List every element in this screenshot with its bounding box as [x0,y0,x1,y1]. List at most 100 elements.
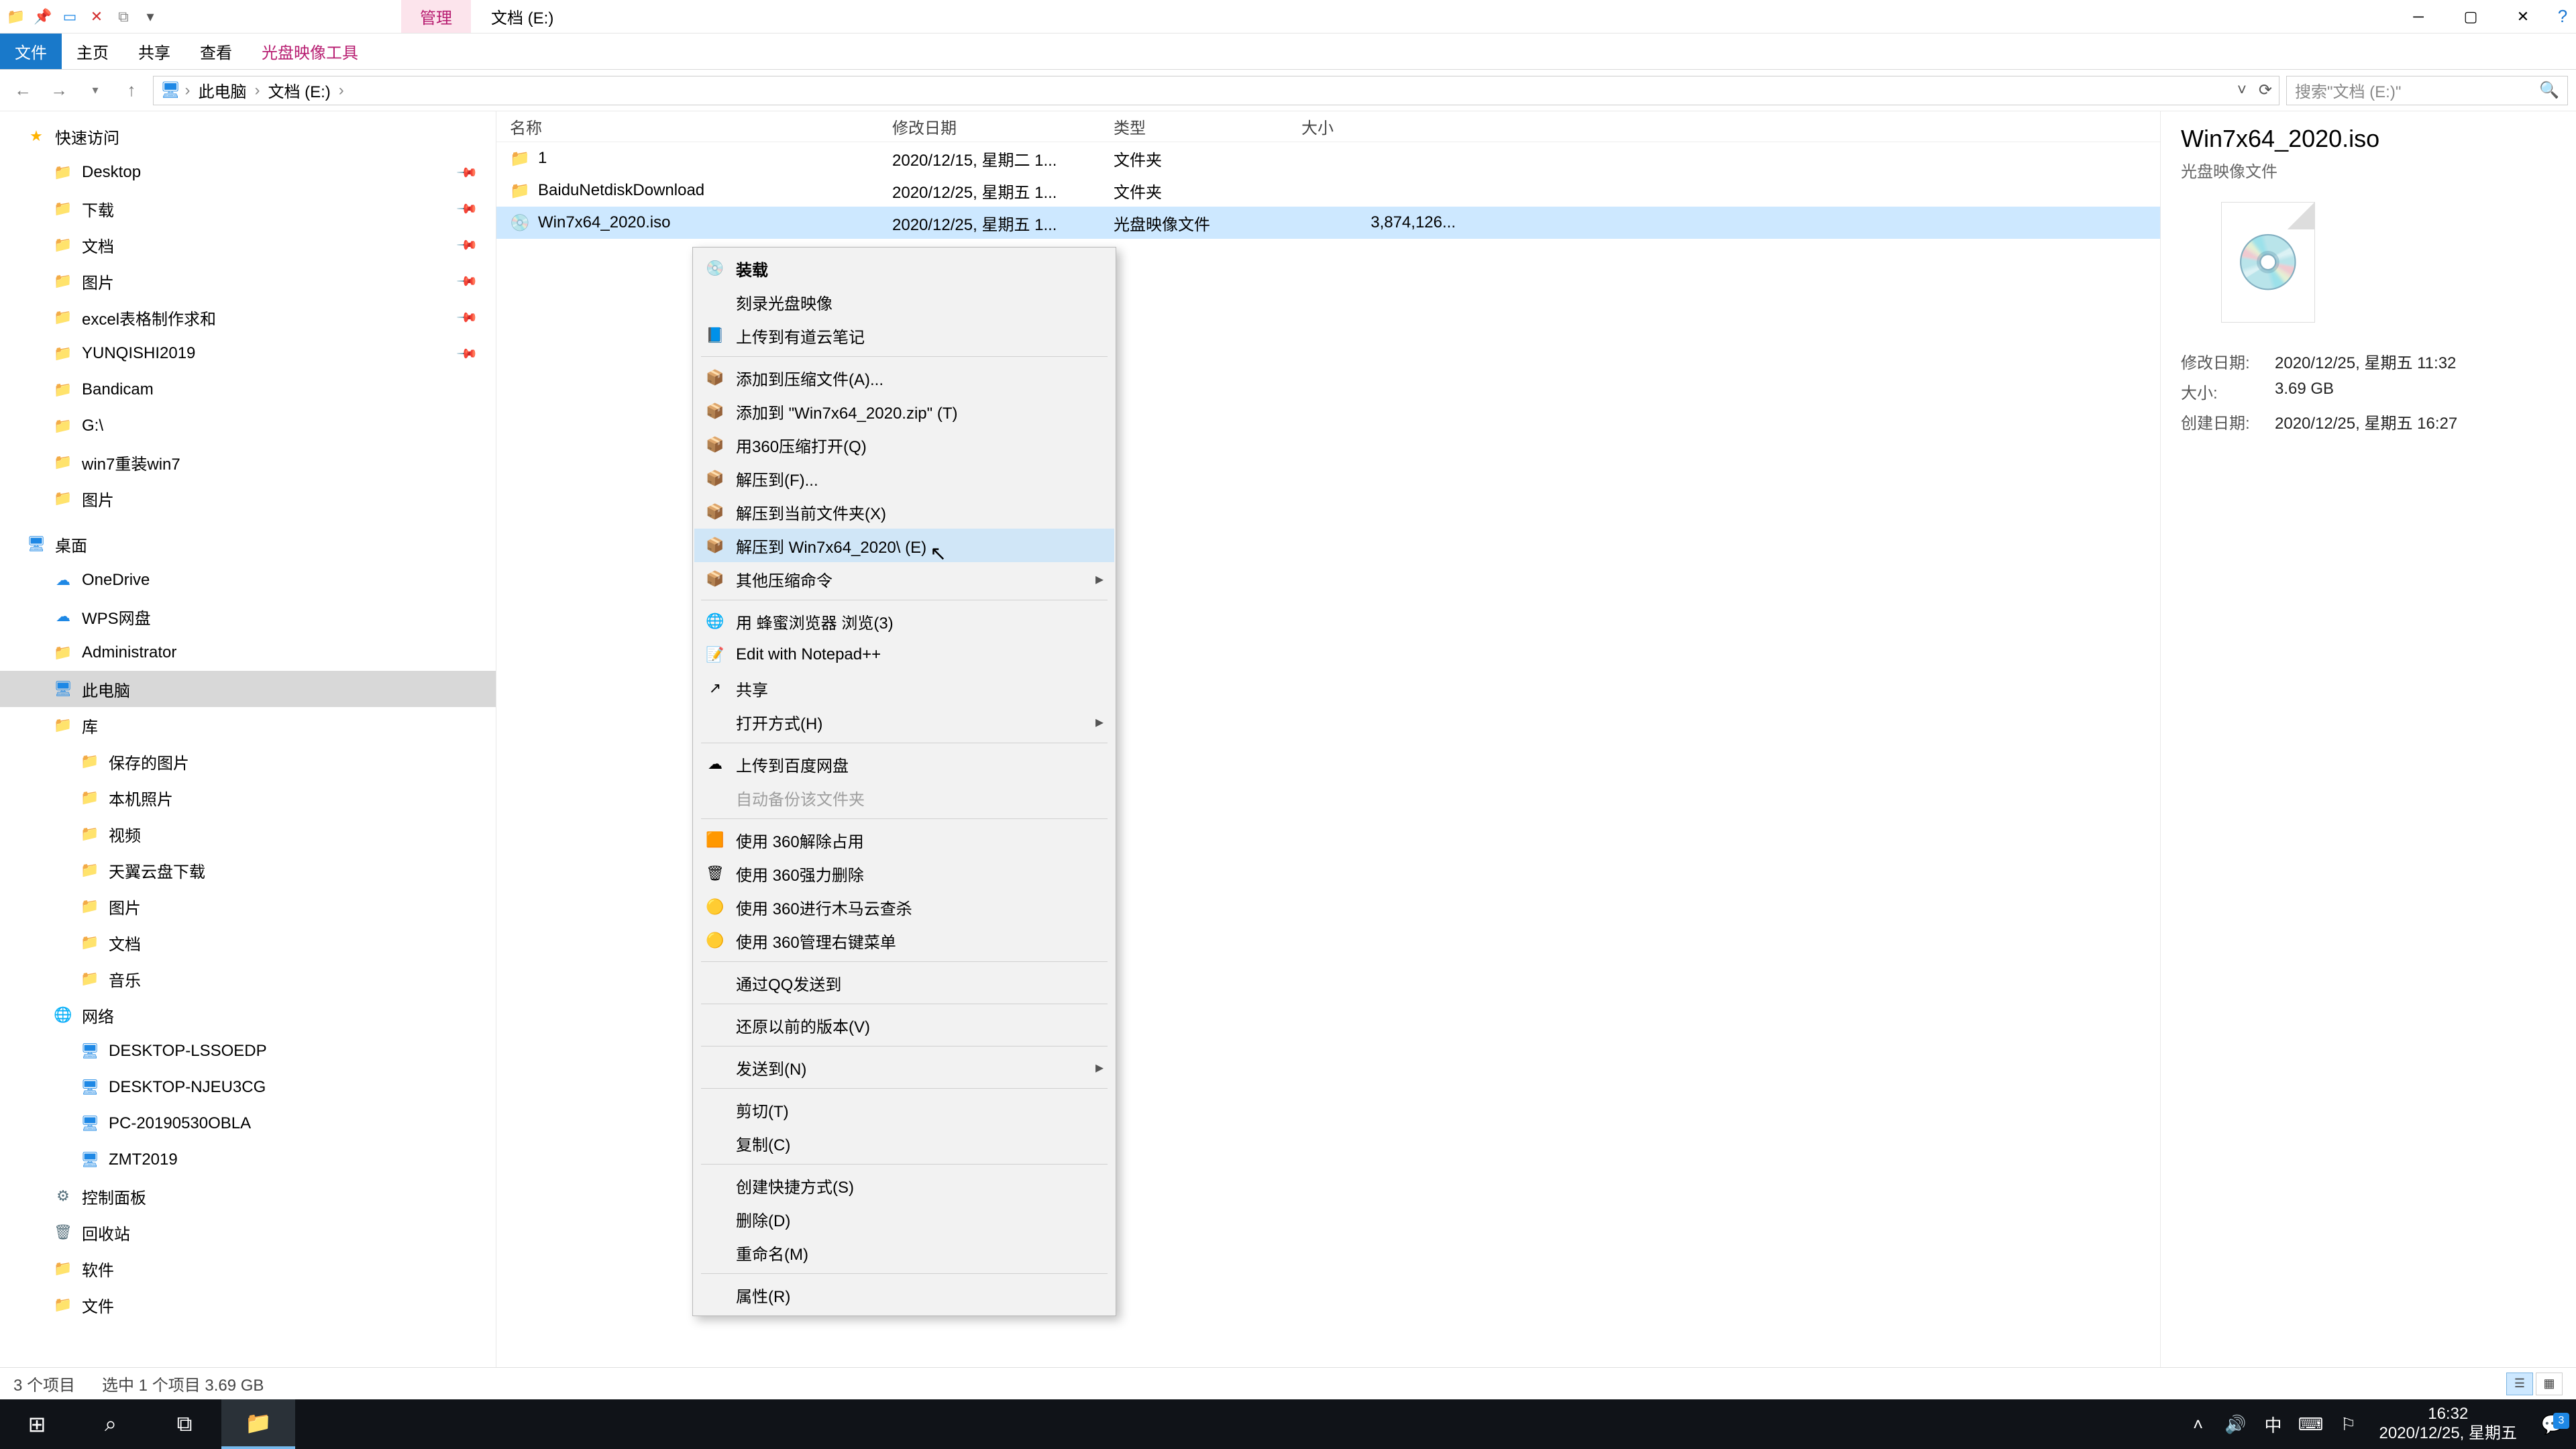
qat-delete-icon[interactable]: ✕ [86,6,107,28]
tree-item[interactable]: 🖥DESKTOP-NJEU3CG [0,1069,496,1106]
context-menu-item[interactable]: 📝Edit with Notepad++ [694,638,1114,672]
context-menu-item[interactable]: 💿装载 [694,252,1114,285]
ribbon-tab-file[interactable]: 文件 [0,34,62,69]
ribbon-tab-share[interactable]: 共享 [123,34,185,69]
context-menu-item[interactable]: 🌐用 蜂蜜浏览器 浏览(3) [694,604,1114,638]
tree-item[interactable]: 📁本机照片 [0,780,496,816]
tree-item[interactable]: 📁图片 [0,480,496,517]
tree-item[interactable]: ☁OneDrive [0,562,496,598]
tree-folder[interactable]: 📁 文件 [0,1287,496,1323]
tree-control-panel[interactable]: ⚙ 控制面板 [0,1178,496,1214]
qat-pin-icon[interactable]: 📌 [32,6,54,28]
context-menu-item[interactable]: 重命名(M) [694,1236,1114,1269]
ribbon-tab-view[interactable]: 查看 [185,34,247,69]
tray-overflow-icon[interactable]: ˄ [2180,1414,2217,1435]
breadcrumb[interactable]: 文档 (E:) [264,78,334,102]
context-menu-item[interactable]: 🟧使用 360解除占用 [694,823,1114,857]
context-menu-item[interactable]: 通过QQ发送到 [694,966,1114,1000]
tree-item[interactable]: 🖥PC-20190530OBLA [0,1106,496,1142]
tree-item[interactable]: 📁视频 [0,816,496,852]
start-button[interactable]: ⊞ [0,1399,74,1449]
close-button[interactable]: ✕ [2497,0,2549,33]
column-header-type[interactable]: 类型 [1114,115,1301,138]
column-header-date[interactable]: 修改日期 [892,115,1114,138]
tree-desktop[interactable]: 🖥 桌面 [0,526,496,562]
tree-item[interactable]: 📁Desktop📌 [0,154,496,191]
context-menu-item[interactable]: 📦解压到当前文件夹(X) [694,495,1114,529]
column-header-name[interactable]: 名称 [496,115,892,138]
context-menu-item[interactable]: 发送到(N)▸ [694,1051,1114,1084]
address-dropdown-icon[interactable]: ˅ [2237,81,2247,100]
tree-item[interactable]: 📁图片📌 [0,263,496,299]
tree-item[interactable]: 🖥此电脑 [0,671,496,707]
tray-volume-icon[interactable]: 🔊 [2217,1414,2255,1435]
search-icon[interactable]: 🔍 [2539,80,2559,100]
refresh-icon[interactable]: ⟳ [2259,80,2272,100]
maximize-button[interactable]: ▢ [2445,0,2497,33]
tree-item[interactable]: 📁文档📌 [0,227,496,263]
tray-ime-icon[interactable]: 中 [2255,1412,2292,1437]
contextual-tab-manage[interactable]: 管理 [401,0,471,33]
context-menu-item[interactable]: 📦用360压缩打开(Q) [694,428,1114,462]
tree-item[interactable]: 📁Administrator [0,635,496,671]
tree-item[interactable]: 📁G:\ [0,408,496,444]
file-row[interactable]: 📁BaiduNetdiskDownload 2020/12/25, 星期五 1.… [496,174,2160,207]
tree-item[interactable]: 📁win7重装win7 [0,444,496,480]
tree-item[interactable]: 📁天翼云盘下载 [0,852,496,888]
task-view-button[interactable]: ⧉ [148,1399,221,1449]
context-menu-item[interactable]: 📦解压到(F)... [694,462,1114,495]
context-menu-item[interactable]: ↗共享 [694,672,1114,705]
tree-folder[interactable]: 📁 软件 [0,1250,496,1287]
view-details-button[interactable]: ☰ [2506,1373,2533,1395]
tree-item[interactable]: 📁文档 [0,924,496,961]
context-menu-item[interactable]: 打开方式(H)▸ [694,705,1114,739]
context-menu-item[interactable]: 🗑使用 360强力删除 [694,857,1114,890]
nav-back-button[interactable]: ← [8,76,38,105]
tree-item[interactable]: 📁保存的图片 [0,743,496,780]
tree-quick-access[interactable]: ★ 快速访问 [0,118,496,154]
nav-up-button[interactable]: ↑ [117,76,146,105]
taskbar-clock[interactable]: 16:32 2020/12/25, 星期五 [2367,1405,2529,1444]
qat-dropdown-icon[interactable]: ▾ [140,6,161,28]
tray-keyboard-icon[interactable]: ⌨ [2292,1414,2330,1435]
tree-item[interactable]: 📁YUNQISHI2019📌 [0,335,496,372]
tree-item[interactable]: 🖥ZMT2019 [0,1142,496,1178]
chevron-right-icon[interactable]: › [339,81,344,100]
minimize-button[interactable]: ─ [2392,0,2445,33]
chevron-right-icon[interactable]: › [184,81,190,100]
tree-recycle-bin[interactable]: 🗑 回收站 [0,1214,496,1250]
context-menu-item[interactable]: ☁上传到百度网盘 [694,747,1114,781]
tree-item[interactable]: 📁库 [0,707,496,743]
help-button[interactable]: ? [2549,0,2576,33]
view-icons-button[interactable]: ▦ [2536,1373,2563,1395]
tree-item[interactable]: 🖥DESKTOP-LSSOEDP [0,1033,496,1069]
context-menu-item[interactable]: 📘上传到有道云笔记 [694,319,1114,352]
tree-item[interactable]: 📁图片 [0,888,496,924]
tree-item[interactable]: 📁音乐 [0,961,496,997]
nav-recent-dropdown[interactable]: ▾ [80,76,110,105]
file-row[interactable]: 💿Win7x64_2020.iso 2020/12/25, 星期五 1... 光… [496,207,2160,239]
context-menu-item[interactable]: 剪切(T) [694,1093,1114,1126]
ribbon-tab-home[interactable]: 主页 [62,34,123,69]
ribbon-tab-disc-tools[interactable]: 光盘映像工具 [247,34,373,69]
tree-item[interactable]: ☁WPS网盘 [0,598,496,635]
context-menu-item[interactable]: 刻录光盘映像 [694,285,1114,319]
context-menu-item[interactable]: 属性(R) [694,1278,1114,1311]
context-menu-item[interactable]: 📦添加到 "Win7x64_2020.zip" (T) [694,394,1114,428]
search-input[interactable]: 搜索"文档 (E:)" 🔍 [2286,76,2568,105]
context-menu-item[interactable]: 📦添加到压缩文件(A)... [694,361,1114,394]
context-menu-item[interactable]: 还原以前的版本(V) [694,1008,1114,1042]
taskbar-explorer[interactable]: 📁 [221,1399,295,1449]
context-menu-item[interactable]: 创建快捷方式(S) [694,1169,1114,1202]
tree-item[interactable]: 📁Bandicam [0,372,496,408]
context-menu-item[interactable]: 删除(D) [694,1202,1114,1236]
context-menu-item[interactable]: 🟡使用 360管理右键菜单 [694,924,1114,957]
context-menu-item[interactable]: 🟡使用 360进行木马云查杀 [694,890,1114,924]
context-menu-item[interactable]: 📦解压到 Win7x64_2020\ (E) [694,529,1114,562]
nav-forward-button[interactable]: → [44,76,74,105]
tray-security-icon[interactable]: ⚐ [2330,1414,2367,1435]
file-row[interactable]: 📁1 2020/12/15, 星期二 1... 文件夹 [496,142,2160,174]
search-button[interactable]: ⌕ [74,1399,148,1449]
tree-item[interactable]: 📁下载📌 [0,191,496,227]
context-menu-item[interactable]: 复制(C) [694,1126,1114,1160]
